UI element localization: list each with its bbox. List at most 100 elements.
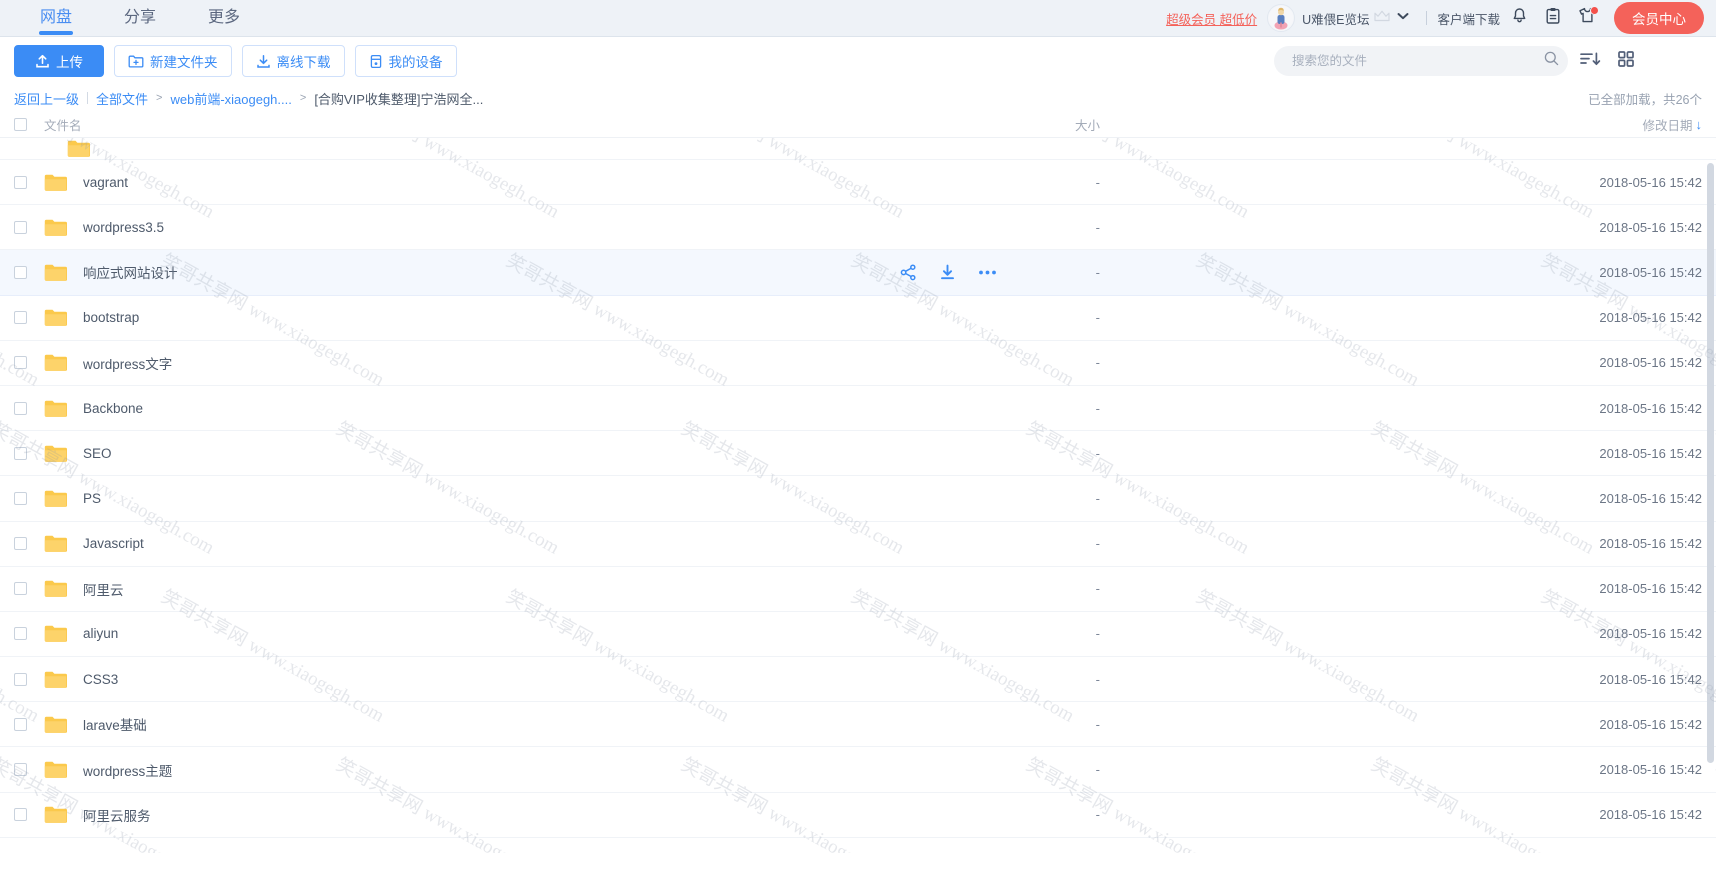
file-name-label[interactable]: aliyun [83, 626, 118, 641]
breadcrumb-root-link[interactable]: 全部文件 [96, 89, 148, 108]
chevron-down-icon[interactable] [1396, 9, 1410, 28]
file-size-label: - [1095, 626, 1100, 642]
table-row[interactable]: vagrant - 2018-05-16 15:42 [0, 160, 1716, 206]
file-list[interactable]: vagrant - 2018-05-16 15:42 wordpress3.5 - 201… [0, 137, 1716, 853]
breadcrumb: 返回上一级 全部文件 > web前端-xiaogegh.... > [合购VIP… [0, 85, 1716, 111]
search-input[interactable] [1290, 53, 1543, 69]
file-name-label[interactable]: wordpress3.5 [83, 220, 164, 235]
table-row[interactable]: aliyun - 2018-05-16 15:42 [0, 612, 1716, 658]
sort-button[interactable] [1576, 47, 1604, 75]
row-checkbox[interactable] [14, 763, 27, 777]
file-date-label: 2018-05-16 15:42 [1599, 490, 1702, 506]
row-checkbox[interactable] [14, 627, 27, 641]
folder-icon [44, 353, 68, 372]
row-action-group [900, 264, 997, 281]
file-name-label[interactable]: SEO [83, 446, 112, 461]
notification-bell-button[interactable] [1504, 3, 1534, 33]
upload-label: 上传 [56, 55, 83, 70]
table-row[interactable]: 阿里云 - 2018-05-16 15:42 [0, 567, 1716, 612]
file-name-label[interactable]: PS [83, 491, 101, 506]
row-checkbox[interactable] [14, 220, 27, 234]
table-row[interactable]: wordpress主题 - 2018-05-16 15:42 [0, 747, 1716, 793]
search-box[interactable] [1274, 46, 1568, 76]
select-all-checkbox[interactable] [14, 117, 27, 131]
row-checkbox[interactable] [14, 175, 27, 189]
row-checkbox[interactable] [14, 537, 27, 551]
table-row[interactable]: wordpress3.5 - 2018-05-16 15:42 [0, 205, 1716, 251]
table-row[interactable]: PS - 2018-05-16 15:42 [0, 476, 1716, 522]
file-name-label[interactable]: 阿里云 [83, 579, 124, 599]
file-name-label[interactable]: Javascript [83, 536, 144, 551]
search-icon[interactable] [1543, 50, 1560, 72]
vip-promo-link[interactable]: 超级会员 超低价 [1166, 9, 1257, 28]
my-device-button[interactable]: 我的设备 [354, 45, 457, 77]
row-checkbox[interactable] [14, 808, 27, 822]
scrollbar-thumb[interactable] [1707, 163, 1714, 763]
grid-view-button[interactable] [1612, 47, 1640, 75]
folder-icon-partial [67, 139, 91, 158]
row-checkbox[interactable] [14, 717, 27, 731]
tshirt-button[interactable] [1572, 3, 1602, 33]
member-center-button[interactable]: 会员中心 [1614, 2, 1704, 34]
folder-icon [44, 624, 68, 643]
file-date-label: 2018-05-16 15:42 [1599, 355, 1702, 371]
file-size-label: - [1095, 174, 1100, 190]
file-size-label: - [1095, 219, 1100, 235]
file-name-label[interactable]: larave基础 [83, 714, 147, 734]
row-checkbox[interactable] [14, 582, 27, 596]
column-header-name[interactable]: 文件名 [44, 115, 1702, 134]
column-header-size[interactable]: 大小 [1010, 115, 1100, 134]
file-size-label: - [1095, 264, 1100, 280]
file-name-label[interactable]: bootstrap [83, 310, 139, 325]
share-button[interactable] [900, 264, 917, 281]
tab-netdisk[interactable]: 网盘 [14, 0, 98, 36]
nav-divider [1426, 11, 1428, 25]
client-download-link[interactable]: 客户端下载 [1437, 9, 1500, 28]
column-header-date[interactable]: 修改日期 ↓ [1502, 115, 1702, 134]
clipboard-button[interactable] [1538, 3, 1568, 33]
file-name-label[interactable]: wordpress文字 [83, 353, 172, 373]
list-scrollbar[interactable] [1707, 138, 1714, 853]
avatar[interactable] [1267, 4, 1296, 32]
file-date-label: 2018-05-16 15:42 [1599, 174, 1702, 190]
table-row[interactable]: 响应式网站设计 - 2018-05-16 15:42 [0, 250, 1716, 296]
table-row[interactable]: Javascript - 2018-05-16 15:42 [0, 522, 1716, 567]
file-name-label[interactable]: 响应式网站设计 [83, 262, 178, 282]
folder-icon [44, 263, 68, 282]
file-name-label[interactable]: vagrant [83, 175, 128, 190]
tab-more-label: 更多 [208, 9, 241, 26]
row-checkbox[interactable] [14, 311, 27, 325]
row-checkbox[interactable] [14, 446, 27, 460]
upload-icon [35, 54, 50, 69]
file-date-label: 2018-05-16 15:42 [1599, 400, 1702, 416]
offline-download-button[interactable]: 离线下载 [241, 45, 345, 77]
sort-icon [1579, 50, 1601, 73]
tab-share[interactable]: 分享 [98, 0, 182, 36]
breadcrumb-mid-link[interactable]: web前端-xiaogegh.... [170, 89, 291, 108]
upload-button[interactable]: 上传 [14, 45, 104, 77]
folder-icon [44, 308, 68, 327]
row-checkbox[interactable] [14, 356, 27, 370]
file-name-label[interactable]: wordpress主题 [83, 760, 172, 780]
tab-more[interactable]: 更多 [182, 0, 266, 36]
table-row[interactable]: CSS3 - 2018-05-16 15:42 [0, 657, 1716, 703]
folder-icon [44, 399, 68, 418]
table-row[interactable]: SEO - 2018-05-16 15:42 [0, 431, 1716, 477]
table-row[interactable]: 阿里云服务 - 2018-05-16 15:42 [0, 793, 1716, 838]
table-row[interactable] [0, 138, 1716, 160]
download-button[interactable] [939, 264, 956, 281]
table-row[interactable]: larave基础 - 2018-05-16 15:42 [0, 702, 1716, 748]
row-checkbox[interactable] [14, 491, 27, 505]
row-checkbox[interactable] [14, 672, 27, 686]
table-row[interactable]: wordpress文字 - 2018-05-16 15:42 [0, 341, 1716, 386]
table-row[interactable]: bootstrap - 2018-05-16 15:42 [0, 296, 1716, 341]
file-name-label[interactable]: 阿里云服务 [83, 805, 151, 825]
new-folder-button[interactable]: 新建文件夹 [114, 45, 232, 77]
breadcrumb-back-link[interactable]: 返回上一级 [14, 89, 79, 108]
row-checkbox[interactable] [14, 401, 27, 415]
table-row[interactable]: Backbone - 2018-05-16 15:42 [0, 386, 1716, 432]
file-name-label[interactable]: CSS3 [83, 672, 118, 687]
more-actions-button[interactable] [978, 269, 997, 276]
row-checkbox[interactable] [14, 265, 27, 279]
file-name-label[interactable]: Backbone [83, 401, 143, 416]
